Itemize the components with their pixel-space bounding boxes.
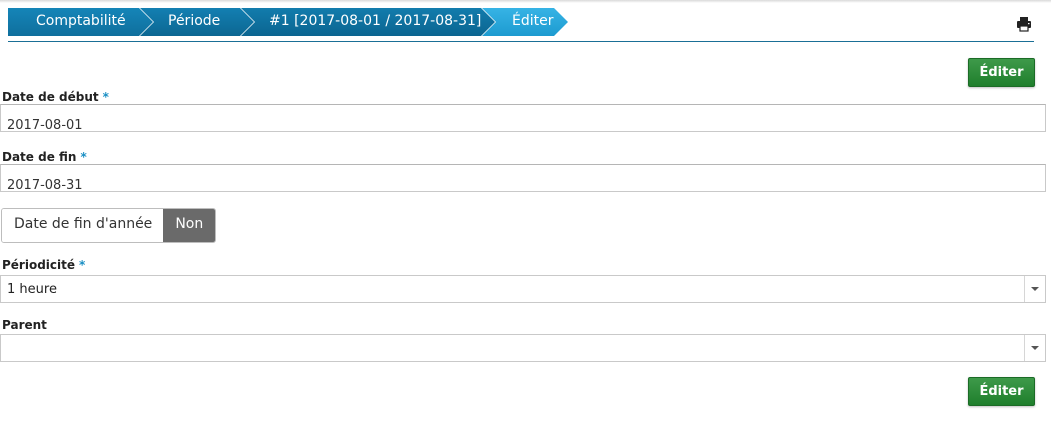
periodicity-select[interactable]: 1 heure <box>0 275 1046 303</box>
breadcrumb-item-periode[interactable]: Période <box>140 8 254 36</box>
start-date-label-text: Date de début <box>2 90 99 104</box>
parent-label: Parent <box>2 318 47 332</box>
top-shadow <box>0 0 1051 3</box>
breadcrumb-label: #1 [2017-08-01 / 2017-08-31] <box>269 13 482 29</box>
end-date-label: Date de fin * <box>2 150 87 164</box>
required-star: * <box>80 150 87 164</box>
end-date-label-text: Date de fin <box>2 150 77 164</box>
periodicity-value: 1 heure <box>7 282 57 297</box>
year-end-toggle-label: Date de fin d'année <box>2 209 164 242</box>
required-star: * <box>102 90 109 104</box>
breadcrumb-label: Éditer <box>512 13 554 29</box>
year-end-toggle[interactable]: Date de fin d'année Non <box>1 208 217 243</box>
parent-select[interactable] <box>0 334 1046 362</box>
end-date-field[interactable]: 2017-08-31 <box>0 164 1046 192</box>
periodicity-label-text: Périodicité <box>2 258 76 272</box>
start-date-field[interactable]: 2017-08-01 <box>0 104 1046 132</box>
breadcrumb-item-record[interactable]: #1 [2017-08-01 / 2017-08-31] <box>241 8 495 36</box>
start-date-value: 2017-08-01 <box>7 118 83 132</box>
chevron-down-icon[interactable] <box>1024 276 1045 302</box>
year-end-toggle-state[interactable]: Non <box>163 209 216 242</box>
periodicity-label: Périodicité * <box>2 258 85 272</box>
end-date-value: 2017-08-31 <box>7 178 83 192</box>
edit-button-top[interactable]: Éditer <box>968 58 1035 87</box>
parent-label-text: Parent <box>2 318 47 332</box>
chevron-down-icon[interactable] <box>1024 335 1045 361</box>
breadcrumb-label: Comptabilité <box>36 13 126 29</box>
breadcrumb-label: Période <box>168 13 221 29</box>
edit-button-bottom[interactable]: Éditer <box>968 377 1035 406</box>
breadcrumb-underline <box>8 41 1034 42</box>
breadcrumb: Comptabilité Période #1 [2017-08-01 / 20… <box>8 8 555 36</box>
breadcrumb-item-comptabilite[interactable]: Comptabilité <box>8 8 153 36</box>
start-date-label: Date de début * <box>2 90 109 104</box>
print-icon[interactable] <box>1016 16 1032 32</box>
required-star: * <box>79 258 86 272</box>
edit-button-label: Éditer <box>979 65 1024 80</box>
edit-button-label: Éditer <box>979 384 1024 399</box>
